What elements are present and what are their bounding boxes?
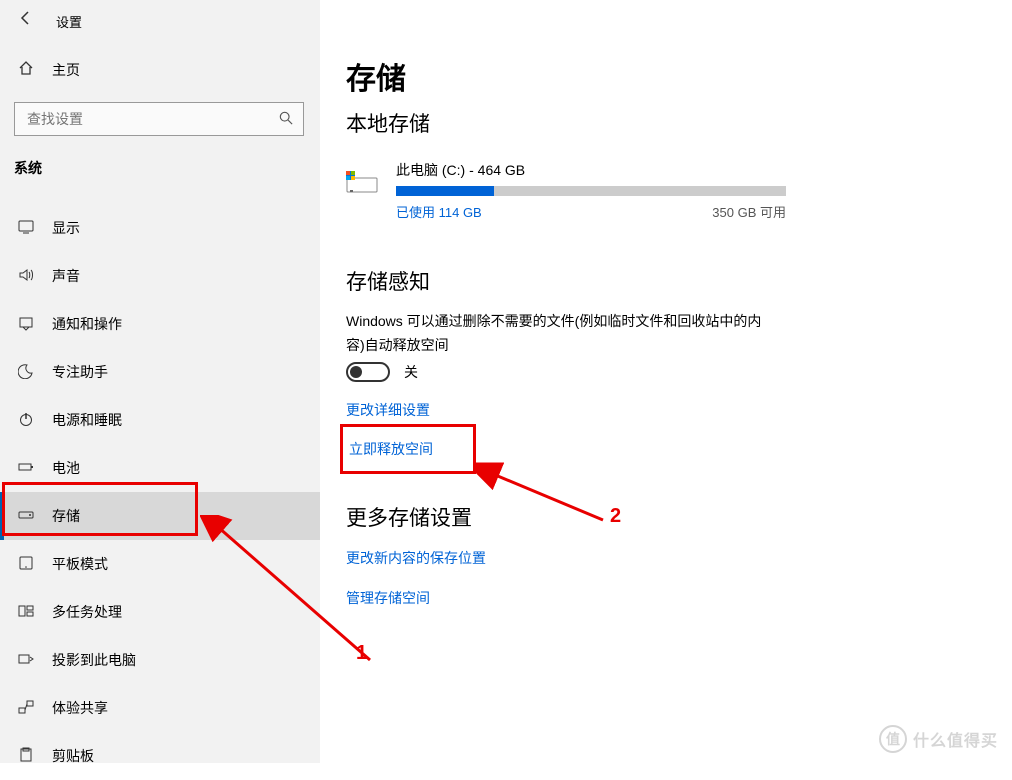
search-box[interactable] — [14, 102, 304, 136]
annotation-number-2: 2 — [610, 505, 621, 528]
nav-item-label: 剪贴板 — [52, 746, 94, 766]
nav-item-multitask[interactable]: 多任务处理 — [0, 588, 320, 636]
storage-bar — [396, 186, 786, 196]
nav-item-display[interactable]: 显示 — [0, 204, 320, 252]
project-icon — [18, 651, 34, 670]
storage-bar-fill — [396, 186, 494, 196]
nav-item-label: 声音 — [52, 266, 80, 286]
link-manage-storage[interactable]: 管理存储空间 — [346, 588, 430, 608]
nav-item-label: 专注助手 — [52, 362, 108, 382]
toggle-row: 关 — [346, 362, 418, 382]
notify-icon — [18, 315, 34, 334]
group-label: 系统 — [14, 158, 42, 178]
nav-item-label: 电源和睡眠 — [52, 410, 122, 430]
drive-name: 此电脑 (C:) - 464 GB — [396, 160, 786, 180]
annotation-arrow-2 — [475, 460, 615, 535]
focus-icon — [18, 363, 34, 382]
annotation-box-2: 立即释放空间 — [340, 424, 476, 474]
watermark: 值 什么值得买 — [879, 725, 998, 753]
display-icon — [18, 219, 34, 238]
link-free-space[interactable]: 立即释放空间 — [349, 439, 433, 459]
nav-item-project[interactable]: 投影到此电脑 — [0, 636, 320, 684]
arrow-left-icon — [18, 10, 34, 26]
nav-item-label: 体验共享 — [52, 698, 108, 718]
nav-item-tablet[interactable]: 平板模式 — [0, 540, 320, 588]
sense-description: Windows 可以通过删除不需要的文件(例如临时文件和回收站中的内容)自动释放… — [346, 310, 766, 358]
nav-item-sound[interactable]: 声音 — [0, 252, 320, 300]
search-input[interactable] — [27, 103, 267, 135]
link-change-settings[interactable]: 更改详细设置 — [346, 400, 430, 420]
nav-item-share[interactable]: 体验共享 — [0, 684, 320, 732]
window-title: 设置 — [56, 12, 82, 31]
drive-free-label: 350 GB 可用 — [712, 202, 786, 221]
home-row[interactable]: 主页 — [18, 60, 80, 80]
section-local-title: 本地存储 — [346, 108, 430, 138]
watermark-icon: 值 — [879, 725, 907, 753]
annotation-number-1: 1 — [356, 642, 367, 665]
nav-list: 显示声音通知和操作专注助手电源和睡眠电池存储平板模式多任务处理投影到此电脑体验共… — [0, 204, 320, 780]
nav-item-power[interactable]: 电源和睡眠 — [0, 396, 320, 444]
toggle-label: 关 — [404, 362, 418, 382]
home-label: 主页 — [52, 60, 80, 80]
drive-icon — [346, 168, 378, 196]
drive-row[interactable]: 此电脑 (C:) - 464 GB 已使用 114 GB 350 GB 可用 — [346, 160, 786, 222]
sidebar: 设置 主页 系统 显示声音通知和操作专注助手电源和睡眠电池存储平板模式多任务处理… — [0, 0, 320, 763]
multitask-icon — [18, 603, 34, 622]
section-more-title: 更多存储设置 — [346, 502, 472, 532]
nav-item-label: 多任务处理 — [52, 602, 122, 622]
sound-icon — [18, 267, 34, 286]
power-icon — [18, 411, 34, 430]
nav-item-storage[interactable]: 存储 — [0, 492, 320, 540]
nav-item-label: 通知和操作 — [52, 314, 122, 334]
battery-icon — [18, 459, 34, 478]
nav-item-label: 存储 — [52, 506, 80, 526]
toggle-knob — [350, 366, 362, 378]
nav-item-battery[interactable]: 电池 — [0, 444, 320, 492]
nav-item-label: 电池 — [52, 458, 80, 478]
share-icon — [18, 699, 34, 718]
drive-used-label: 已使用 114 GB — [396, 202, 482, 221]
nav-item-notify[interactable]: 通知和操作 — [0, 300, 320, 348]
nav-item-label: 显示 — [52, 218, 80, 238]
page-title: 存储 — [346, 54, 406, 98]
watermark-text: 什么值得买 — [913, 727, 998, 751]
back-button[interactable] — [18, 10, 34, 31]
tablet-icon — [18, 555, 34, 574]
storage-icon — [18, 507, 34, 526]
home-icon — [18, 60, 34, 80]
section-sense-title: 存储感知 — [346, 266, 430, 296]
nav-item-clipboard[interactable]: 剪贴板 — [0, 732, 320, 780]
drive-info: 此电脑 (C:) - 464 GB 已使用 114 GB 350 GB 可用 — [396, 160, 786, 222]
nav-item-label: 投影到此电脑 — [52, 650, 136, 670]
nav-item-focus[interactable]: 专注助手 — [0, 348, 320, 396]
link-change-location[interactable]: 更改新内容的保存位置 — [346, 548, 486, 568]
search-icon — [279, 111, 293, 128]
nav-item-label: 平板模式 — [52, 554, 108, 574]
storage-sense-toggle[interactable] — [346, 362, 390, 382]
